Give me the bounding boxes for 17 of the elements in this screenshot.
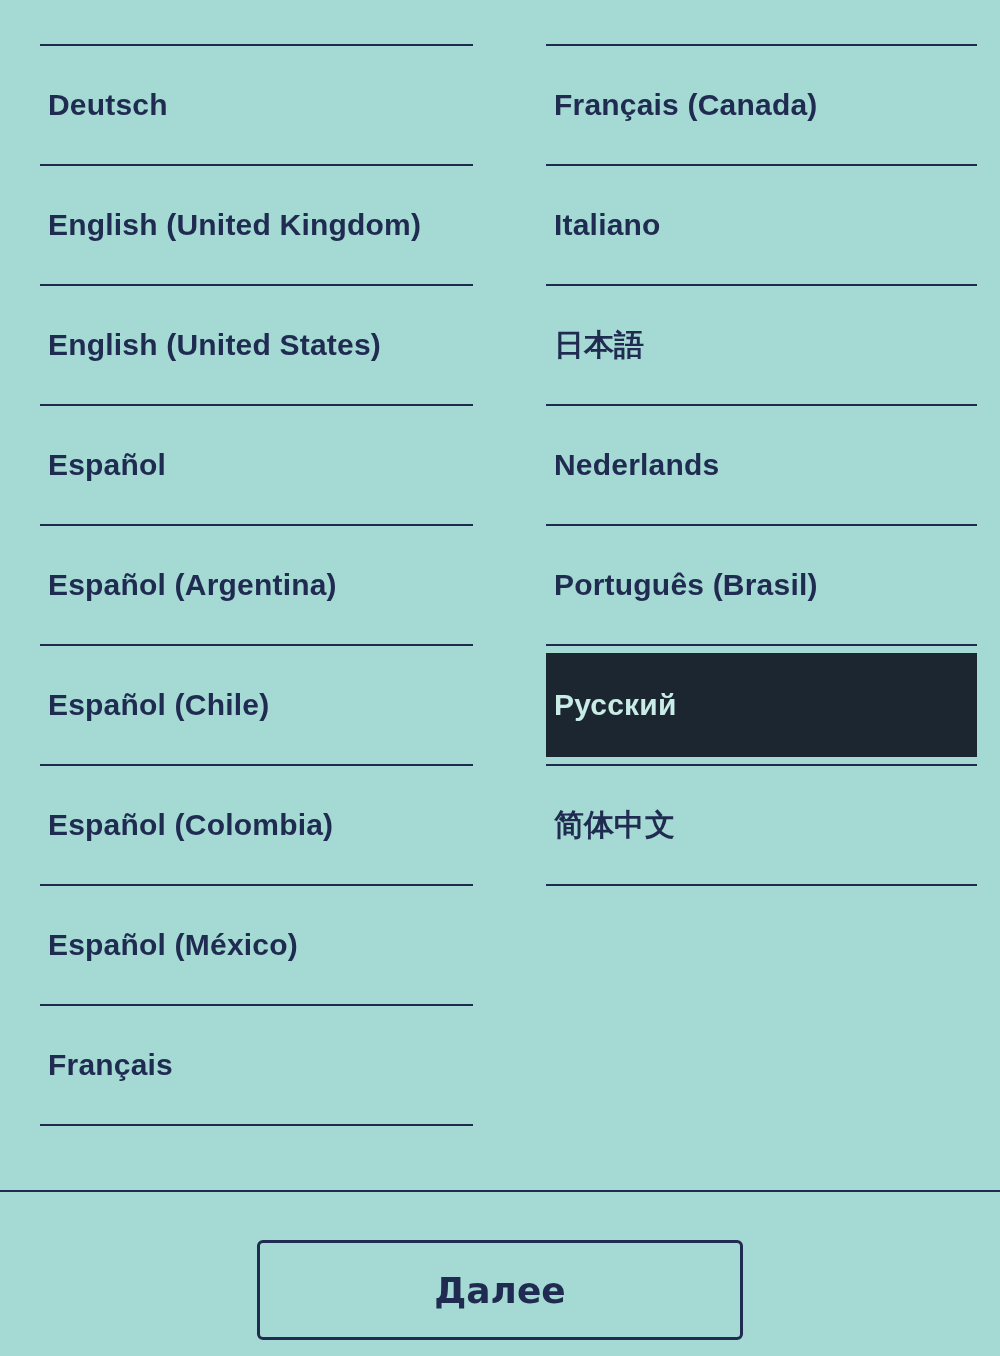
next-button[interactable]: Далее bbox=[257, 1240, 743, 1340]
language-option[interactable]: Español (Argentina) bbox=[40, 533, 473, 637]
language-option[interactable]: Русский bbox=[546, 653, 977, 757]
language-option[interactable]: 简体中文 bbox=[546, 773, 977, 877]
language-option[interactable]: Español (Chile) bbox=[40, 653, 473, 757]
language-option[interactable]: Español (México) bbox=[40, 893, 473, 997]
language-option[interactable]: Português (Brasil) bbox=[546, 533, 977, 637]
language-option[interactable]: Italiano bbox=[546, 173, 977, 277]
language-option[interactable]: Français (Canada) bbox=[546, 53, 977, 157]
language-option[interactable]: English (United Kingdom) bbox=[40, 173, 473, 277]
language-option[interactable]: Deutsch bbox=[40, 53, 473, 157]
language-option[interactable]: English (United States) bbox=[40, 293, 473, 397]
language-option[interactable]: Español (Colombia) bbox=[40, 773, 473, 877]
language-option[interactable]: 日本語 bbox=[546, 293, 977, 397]
language-option[interactable]: Español bbox=[40, 413, 473, 517]
language-option[interactable]: Français bbox=[40, 1013, 473, 1117]
language-option[interactable]: Nederlands bbox=[546, 413, 977, 517]
